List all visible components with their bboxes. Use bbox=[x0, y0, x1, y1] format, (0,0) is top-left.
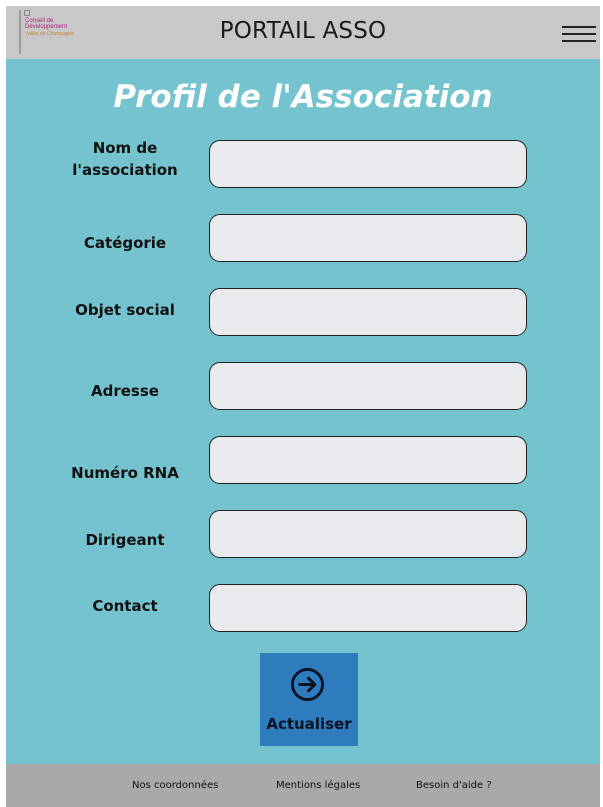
logo-mark-icon bbox=[24, 10, 30, 16]
actualiser-button[interactable]: Actualiser bbox=[260, 653, 358, 746]
page-title: Profil de l'Association bbox=[113, 79, 493, 115]
label-contact: Contact bbox=[92, 597, 158, 615]
actualiser-label: Actualiser bbox=[266, 715, 352, 733]
categorie-input[interactable] bbox=[209, 214, 527, 262]
footer-link-mentions-legales[interactable]: Mentions légales bbox=[276, 780, 360, 791]
hamburger-menu-icon[interactable] bbox=[562, 26, 596, 46]
dirigeant-input[interactable] bbox=[209, 510, 527, 558]
objet-social-input[interactable] bbox=[209, 288, 527, 336]
contact-input[interactable] bbox=[209, 584, 527, 632]
footer-link-coordonnees[interactable]: Nos coordonnées bbox=[132, 780, 218, 791]
nom-association-input[interactable] bbox=[209, 140, 527, 188]
footer: Nos coordonnées Mentions légales Besoin … bbox=[6, 764, 600, 807]
label-nom-association-text: Nom de l'association bbox=[72, 139, 178, 179]
footer-link-besoin-aide[interactable]: Besoin d'aide ? bbox=[416, 780, 492, 791]
label-categorie: Catégorie bbox=[83, 234, 167, 252]
label-adresse: Adresse bbox=[91, 382, 159, 400]
label-numero-rna: Numéro RNA bbox=[71, 464, 179, 482]
label-nom-association: Nom de l'association bbox=[60, 137, 190, 181]
app-title: PORTAIL ASSO bbox=[219, 18, 387, 44]
numero-rna-input[interactable] bbox=[209, 436, 527, 484]
header: Conseil de Développement Vallée de Champ… bbox=[6, 6, 600, 59]
profile-form: Profil de l'Association Nom de l'associa… bbox=[6, 59, 600, 764]
arrow-right-circle-icon bbox=[290, 667, 325, 702]
adresse-input[interactable] bbox=[209, 362, 527, 410]
label-objet-social: Objet social bbox=[75, 301, 175, 319]
label-dirigeant: Dirigeant bbox=[85, 531, 165, 549]
